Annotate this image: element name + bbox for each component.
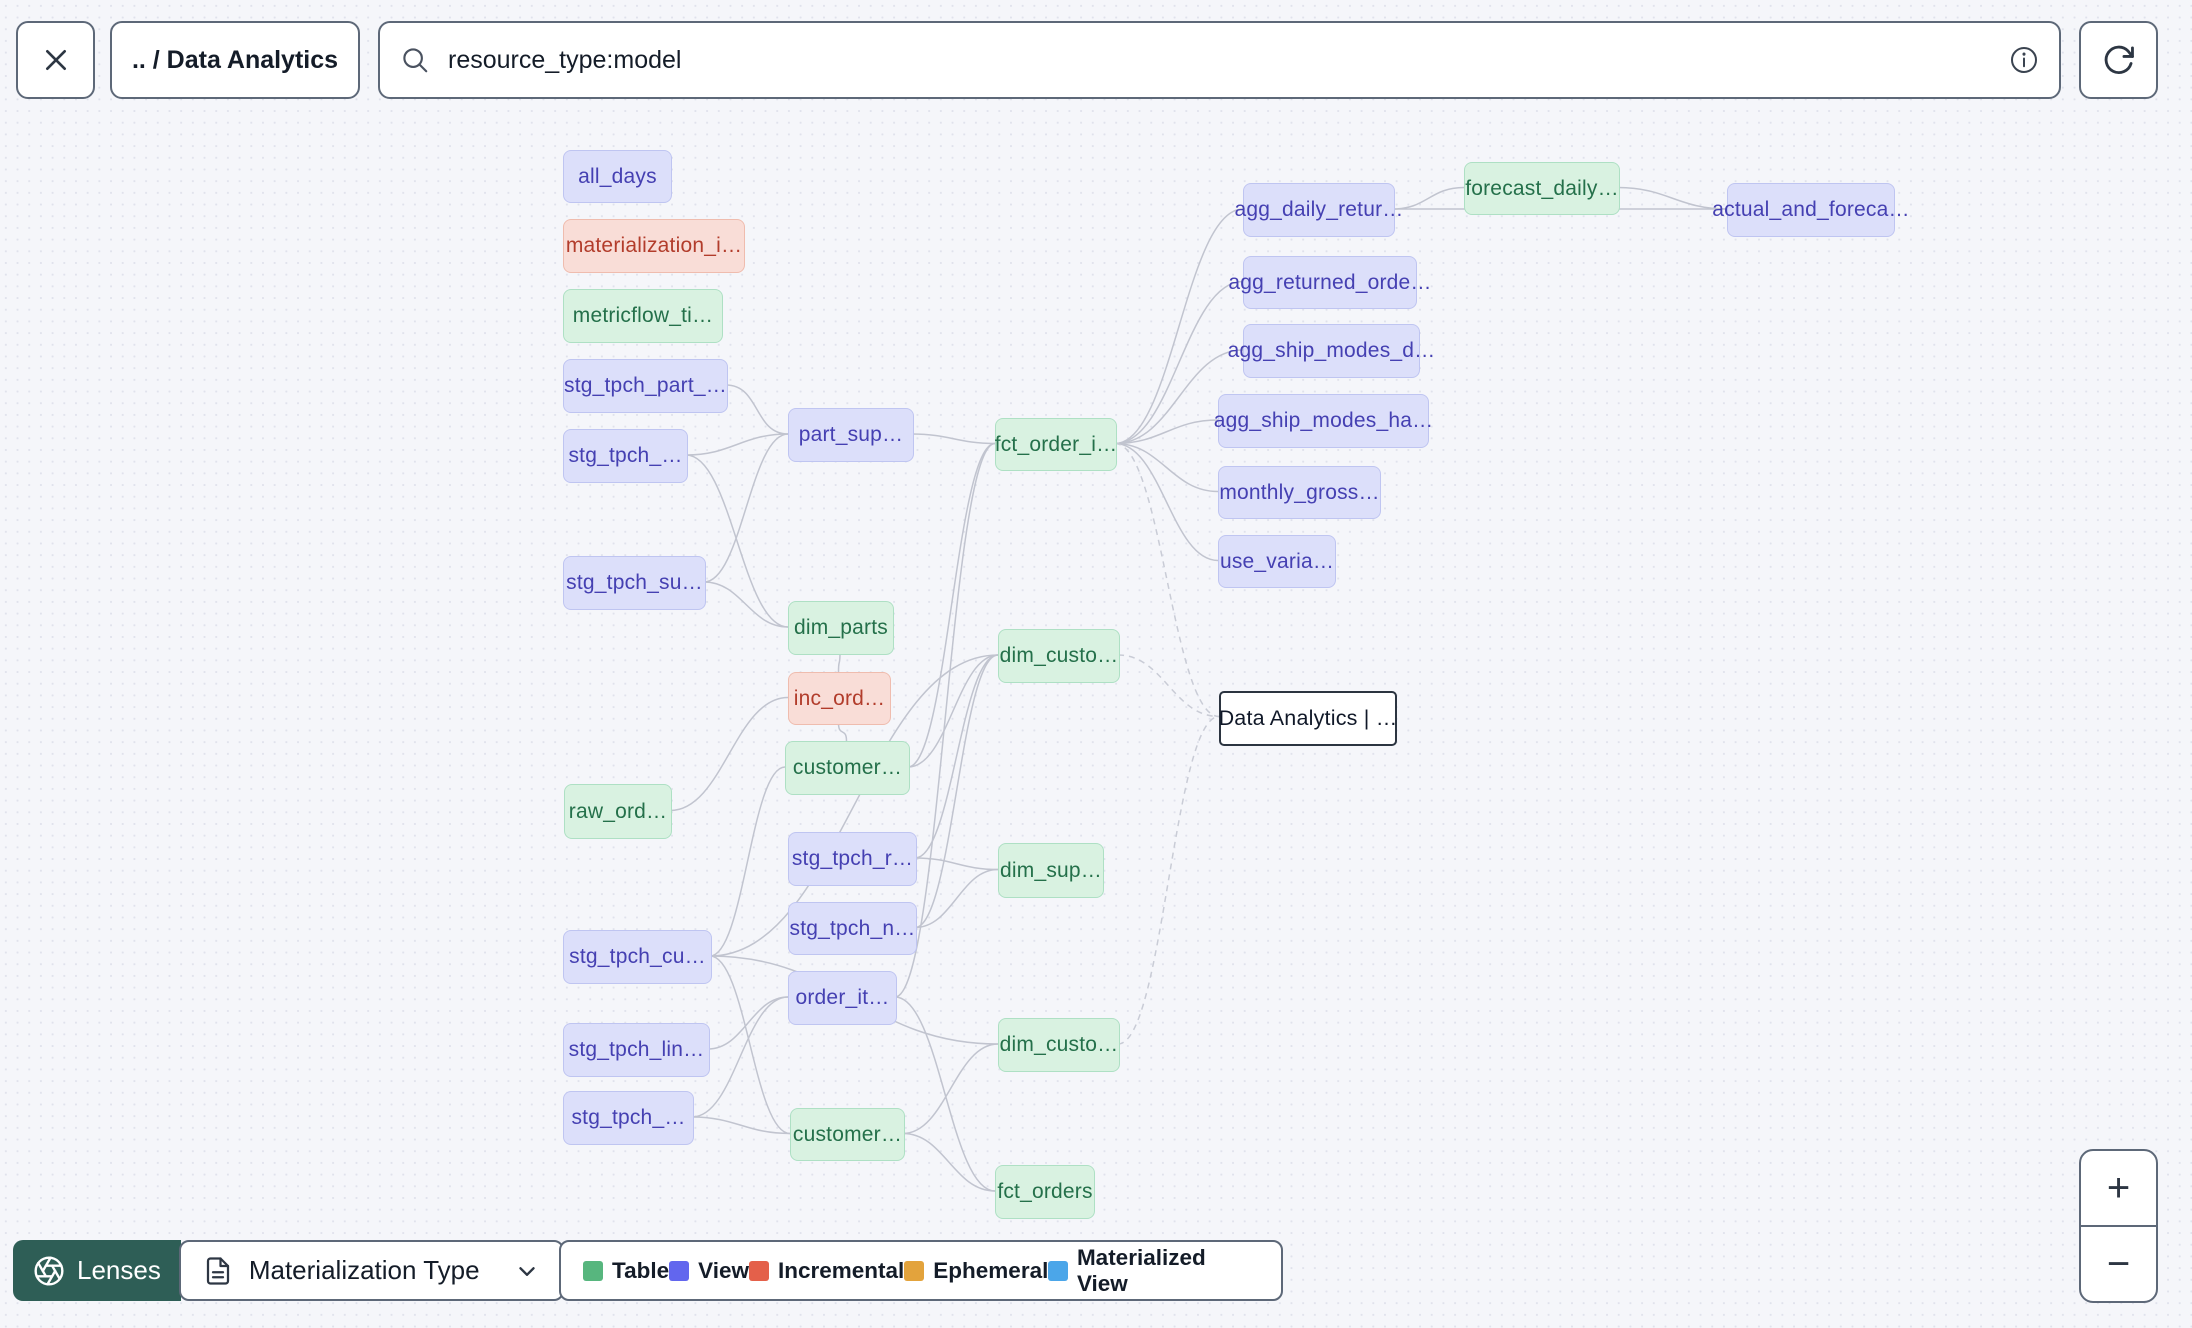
top-toolbar: .. / Data Analytics: [16, 21, 2158, 99]
graph-node-stg_cu[interactable]: stg_tpch_cu…: [563, 930, 712, 984]
graph-node-fct_order_i[interactable]: fct_order_i…: [995, 418, 1117, 471]
graph-edge-fct_order_i-monthly_gross: [1114, 442, 1219, 493]
graph-edge-forecast-actual: [1617, 186, 1728, 210]
graph-node-customer2[interactable]: customer…: [790, 1108, 905, 1161]
graph-edge-dim_parts-inc_ord: [837, 652, 841, 673]
graph-edge-stg_part-part_sup: [725, 384, 789, 435]
graph-node-mat_i[interactable]: materialization_i…: [563, 219, 745, 273]
graph-node-actual[interactable]: actual_and_foreca…: [1712, 183, 1910, 237]
graph-edge-stg_5-part_sup: [685, 433, 789, 456]
legend-item-table: Table: [583, 1258, 669, 1284]
graph-node-inc_ord[interactable]: inc_ord…: [788, 672, 891, 725]
graph-node-agg_ship_ha[interactable]: agg_ship_modes_ha…: [1214, 394, 1433, 448]
graph-edge-stg_r-dim_sup: [914, 857, 999, 871]
close-button[interactable]: [16, 21, 95, 99]
graph-node-stg_5[interactable]: stg_tpch_…: [563, 429, 688, 483]
refresh-button[interactable]: [2079, 21, 2158, 99]
graph-node-agg_ship_d[interactable]: agg_ship_modes_d…: [1228, 324, 1435, 378]
breadcrumb[interactable]: .. / Data Analytics: [110, 21, 360, 99]
legend-item-ephemeral: Ephemeral: [904, 1258, 1048, 1284]
graph-edge-raw_ord-inc_ord: [669, 696, 789, 812]
legend-label: View: [698, 1257, 749, 1283]
legend-label: Ephemeral: [933, 1257, 1049, 1283]
graph-node-stg_lin[interactable]: stg_tpch_lin…: [563, 1023, 710, 1077]
graph-edge-customer1-dim_custo1: [907, 654, 999, 768]
graph-node-agg_returned[interactable]: agg_returned_orde…: [1228, 256, 1431, 309]
graph-node-stg_part[interactable]: stg_tpch_part_…: [563, 359, 728, 413]
zoom-control: + −: [2079, 1149, 2158, 1303]
graph-node-metricflow[interactable]: metricflow_ti…: [563, 289, 723, 343]
legend-item-incremental: Incremental: [748, 1257, 905, 1284]
chevron-down-icon: [518, 1266, 535, 1276]
graph-edge-fct_order_i-data_analytics: [1114, 442, 1220, 718]
legend-label: Incremental: [777, 1257, 905, 1283]
graph-node-use_varia[interactable]: use_varia…: [1218, 535, 1336, 588]
graph-node-dim_custo1[interactable]: dim_custo…: [998, 629, 1120, 683]
lenses-label: Lenses: [77, 1255, 161, 1285]
graph-edge-customer2-dim_custo2: [902, 1043, 999, 1135]
zoom-in-button[interactable]: +: [2081, 1151, 2156, 1227]
graph-node-dim_sup[interactable]: dim_sup…: [998, 843, 1104, 898]
legend-label: Table: [612, 1257, 670, 1283]
graph-node-all_days[interactable]: all_days: [563, 150, 672, 203]
graph-node-part_sup[interactable]: part_sup…: [788, 408, 914, 462]
graph-edge-stg_su-dim_parts: [703, 581, 789, 628]
graph-node-agg_daily[interactable]: agg_daily_retur…: [1235, 183, 1403, 237]
graph-node-stg_su[interactable]: stg_tpch_su…: [563, 556, 706, 610]
graph-edge-part_sup-fct_order_i: [911, 433, 996, 445]
graph-edge-inc_ord-customer1: [837, 722, 848, 742]
graph-node-data_analytics[interactable]: Data Analytics | …: [1219, 691, 1397, 746]
graph-edge-customer1-fct_order_i: [907, 442, 996, 768]
legend-item-materialized-view: Materialized View: [1048, 1245, 1259, 1297]
graph-node-stg_2[interactable]: stg_tpch_…: [563, 1091, 694, 1145]
graph-node-dim_custo2[interactable]: dim_custo…: [998, 1018, 1120, 1072]
legend-swatch: [904, 1260, 925, 1281]
graph-node-stg_n[interactable]: stg_tpch_n…: [788, 902, 917, 955]
legend-swatch: [583, 1260, 603, 1281]
search-icon: [403, 48, 428, 73]
graph-node-fct_orders[interactable]: fct_orders: [995, 1165, 1095, 1219]
graph-node-monthly_gross[interactable]: monthly_gross…: [1218, 466, 1381, 519]
zoom-out-button[interactable]: −: [2081, 1227, 2156, 1301]
graph-edge-dim_custo1-data_analytics: [1117, 654, 1220, 718]
graph-node-forecast[interactable]: forecast_daily…: [1464, 162, 1620, 215]
materialization-legend: Table View Incremental Ephemeral Materialize…: [559, 1240, 1283, 1301]
graph-edge-dim_custo2-data_analytics: [1117, 715, 1220, 1045]
graph-edge-order_it-fct_orders: [894, 996, 996, 1192]
document-icon: [206, 1256, 229, 1285]
legend-label: Materialized View: [1076, 1244, 1206, 1296]
lens-selector-dropdown[interactable]: Materialization Type: [178, 1240, 564, 1301]
search-bar[interactable]: [378, 21, 2061, 99]
lens-selector-label: Materialization Type: [248, 1255, 480, 1285]
legend-item-view: View: [669, 1258, 749, 1284]
graph-edge-agg_daily-forecast: [1392, 186, 1465, 210]
info-icon[interactable]: [2009, 45, 2039, 75]
graph-node-customer1[interactable]: customer…: [785, 741, 910, 795]
graph-node-dim_parts[interactable]: dim_parts: [788, 601, 894, 655]
refresh-icon: [2104, 45, 2134, 74]
breadcrumb-label: .. / Data Analytics: [131, 45, 339, 74]
close-icon: [45, 50, 66, 70]
graph-edge-customer2-fct_orders: [902, 1132, 996, 1192]
lenses-button[interactable]: Lenses: [13, 1240, 181, 1301]
graph-node-order_it[interactable]: order_it…: [788, 971, 897, 1025]
legend-swatch: [669, 1260, 690, 1281]
legend-swatch: [1048, 1260, 1068, 1281]
graph-edge-stg_2-customer2: [691, 1116, 791, 1135]
legend-swatch: [748, 1260, 769, 1281]
graph-edge-stg_cu-customer2: [709, 955, 791, 1135]
lens-controls: Lenses Materialization Type: [13, 1240, 564, 1301]
graph-edge-stg_n-dim_custo1: [914, 654, 999, 929]
graph-node-stg_r[interactable]: stg_tpch_r…: [788, 832, 917, 886]
graph-node-raw_ord[interactable]: raw_ord…: [564, 784, 672, 839]
graph-edge-stg_su-part_sup: [703, 433, 789, 583]
aperture-icon: [34, 1255, 64, 1286]
search-input[interactable]: [446, 44, 2009, 76]
lineage-canvas[interactable]: all_days materialization_i… metricflow_ti……: [0, 0, 2192, 1328]
graph-edge-fct_order_i-use_varia: [1114, 442, 1219, 562]
